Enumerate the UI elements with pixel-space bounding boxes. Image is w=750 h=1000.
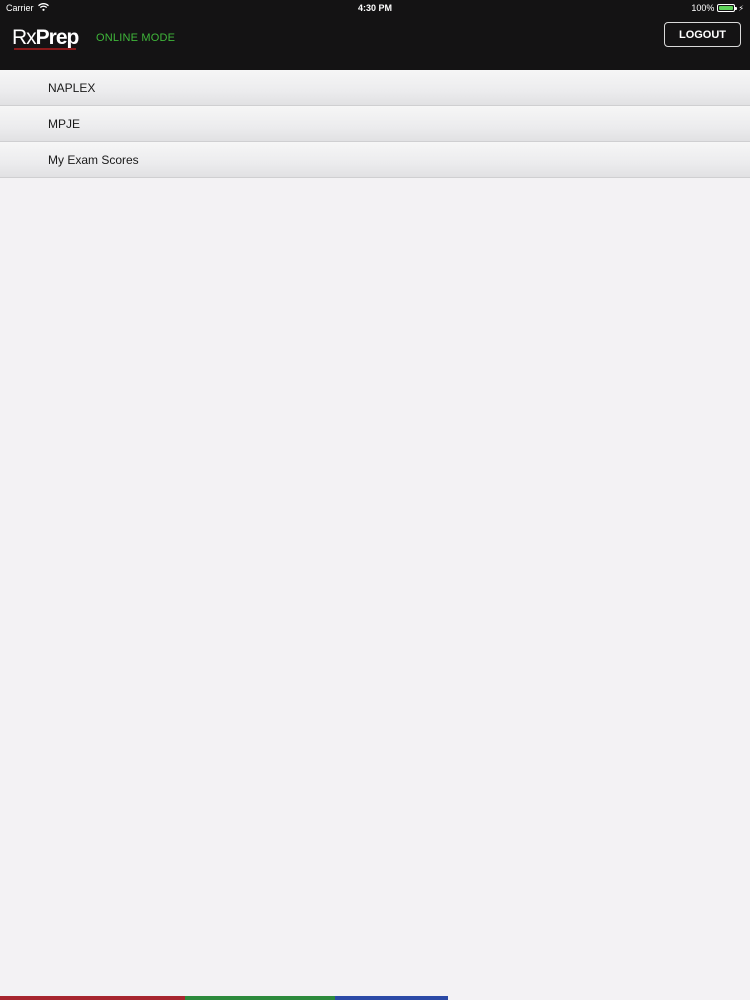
menu-item-label: NAPLEX bbox=[48, 80, 96, 95]
logo-prep-text: Prep bbox=[35, 26, 80, 49]
connection-mode-label: ONLINE MODE bbox=[96, 32, 176, 44]
logo-rx-text: Rx bbox=[12, 26, 37, 49]
battery-percent: 100% bbox=[691, 3, 715, 13]
status-time: 4:30 PM bbox=[357, 3, 392, 13]
battery-icon bbox=[717, 4, 738, 12]
menu-item-label: MPJE bbox=[48, 116, 81, 131]
menu-item-mpje[interactable]: MPJE bbox=[0, 106, 750, 142]
logo-underline bbox=[14, 48, 76, 50]
status-bar: Carrier 4:30 PM 100% ⚡ bbox=[0, 0, 750, 16]
brand-color-bar bbox=[0, 996, 750, 1000]
brand-bar-green bbox=[185, 996, 335, 1000]
brand-bar-red bbox=[0, 996, 185, 1000]
brand-bar-blue bbox=[335, 996, 448, 1000]
charging-icon: ⚡ bbox=[738, 3, 744, 13]
brand-bar-empty bbox=[448, 996, 750, 1000]
menu-item-label: My Exam Scores bbox=[48, 152, 139, 167]
menu-item-naplex[interactable]: NAPLEX bbox=[0, 70, 750, 106]
battery-fill bbox=[719, 6, 734, 10]
battery-group: 100% ⚡ bbox=[691, 3, 744, 13]
navigation-bar: Carrier 4:30 PM 100% ⚡ RxPrep ONLINE MOD… bbox=[0, 0, 750, 70]
main-menu: NAPLEX MPJE My Exam Scores bbox=[0, 70, 750, 178]
logout-button[interactable]: LOGOUT bbox=[664, 22, 741, 47]
menu-item-my-exam-scores[interactable]: My Exam Scores bbox=[0, 142, 750, 178]
